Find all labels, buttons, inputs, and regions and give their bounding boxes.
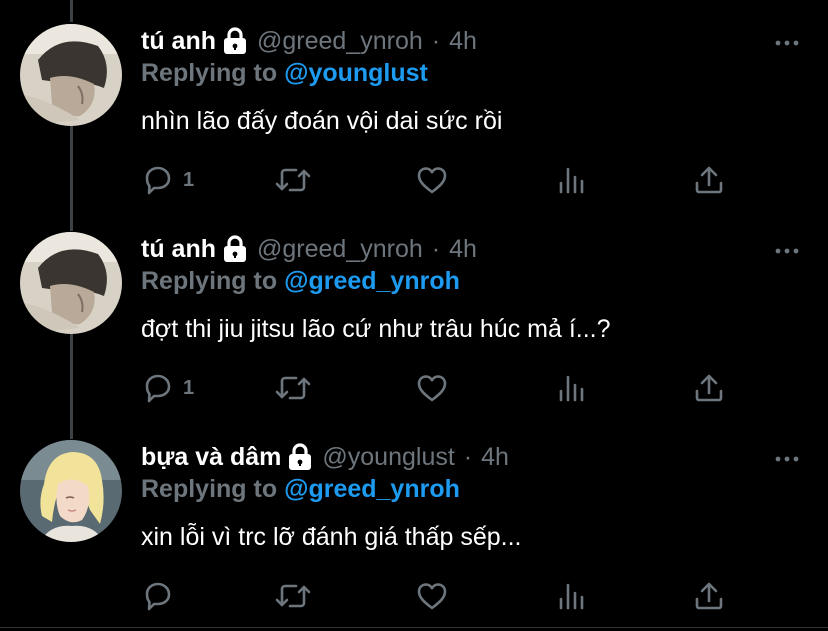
user-handle[interactable]: @younglust	[322, 440, 454, 474]
like-icon	[415, 371, 449, 405]
divider	[0, 627, 828, 628]
tweet-actions	[141, 576, 741, 616]
reply-target-link[interactable]: @greed_ynroh	[284, 475, 460, 503]
analytics-button[interactable]	[554, 576, 588, 616]
share-icon	[692, 371, 726, 405]
tweet-text: xin lỗi vì trc lỡ đánh giá thấp sếp...	[141, 523, 522, 551]
analytics-icon	[554, 163, 588, 197]
lock-icon	[222, 26, 248, 56]
retweet-button[interactable]	[274, 576, 312, 616]
replying-to: Replying to @greed_ynroh	[141, 472, 460, 506]
replying-to-label: Replying to	[141, 267, 278, 295]
user-handle[interactable]: @greed_ynroh	[257, 232, 423, 266]
tweet[interactable]: tú anh @greed_ynroh · 4h Replying to @gr…	[0, 232, 828, 414]
reply-target-link[interactable]: @greed_ynroh	[284, 267, 460, 295]
more-icon[interactable]	[774, 446, 800, 472]
retweet-button[interactable]	[274, 160, 312, 200]
reply-icon	[141, 371, 175, 405]
reply-button[interactable]: 1	[141, 368, 194, 408]
retweet-icon	[274, 579, 312, 613]
avatar[interactable]	[20, 440, 122, 542]
separator-dot: ·	[463, 443, 473, 471]
tweet-header: bựa và dâm @younglust · 4h	[141, 440, 509, 474]
share-button[interactable]	[692, 160, 726, 200]
user-handle[interactable]: @greed_ynroh	[257, 24, 423, 58]
reply-button[interactable]	[141, 576, 183, 616]
timestamp[interactable]: 4h	[449, 232, 477, 266]
reply-button[interactable]: 1	[141, 160, 194, 200]
retweet-icon	[274, 371, 312, 405]
tweet[interactable]: tú anh @greed_ynroh · 4h Replying to @yo…	[0, 24, 828, 206]
tweet-header: tú anh @greed_ynroh · 4h	[141, 24, 477, 58]
share-button[interactable]	[692, 368, 726, 408]
share-button[interactable]	[692, 576, 726, 616]
replying-to: Replying to @greed_ynroh	[141, 264, 460, 298]
share-icon	[692, 163, 726, 197]
display-name[interactable]: tú anh	[141, 24, 216, 58]
analytics-icon	[554, 579, 588, 613]
like-button[interactable]	[415, 576, 449, 616]
avatar[interactable]	[20, 24, 122, 126]
display-name[interactable]: tú anh	[141, 232, 216, 266]
analytics-icon	[554, 371, 588, 405]
lock-icon	[287, 442, 313, 472]
reply-icon	[141, 579, 175, 613]
tweet-actions: 1	[141, 368, 741, 408]
more-icon[interactable]	[774, 30, 800, 56]
like-icon	[415, 579, 449, 613]
analytics-button[interactable]	[554, 368, 588, 408]
like-button[interactable]	[415, 368, 449, 408]
timestamp[interactable]: 4h	[449, 24, 477, 58]
reply-icon	[141, 163, 175, 197]
separator-dot: ·	[431, 235, 441, 263]
replying-to-label: Replying to	[141, 475, 278, 503]
timestamp[interactable]: 4h	[481, 440, 509, 474]
more-icon[interactable]	[774, 238, 800, 264]
like-icon	[415, 163, 449, 197]
separator-dot: ·	[431, 27, 441, 55]
share-icon	[692, 579, 726, 613]
reply-count: 1	[183, 168, 195, 191]
display-name[interactable]: bựa và dâm	[141, 440, 281, 474]
lock-icon	[222, 234, 248, 264]
thread-line	[70, 0, 73, 22]
tweet-header: tú anh @greed_ynroh · 4h	[141, 232, 477, 266]
analytics-button[interactable]	[554, 160, 588, 200]
replying-to-label: Replying to	[141, 59, 278, 87]
tweet-text: nhìn lão đấy đoán vội dai sức rồi	[141, 107, 503, 135]
tweet-actions: 1	[141, 160, 741, 200]
retweet-button[interactable]	[274, 368, 312, 408]
replying-to: Replying to @younglust	[141, 56, 428, 90]
avatar[interactable]	[20, 232, 122, 334]
tweet-text: đợt thi jiu jitsu lão cứ như trâu húc mả…	[141, 315, 611, 343]
reply-count: 1	[183, 376, 195, 399]
tweet[interactable]: bựa và dâm @younglust · 4h Replying to @…	[0, 440, 828, 622]
reply-target-link[interactable]: @younglust	[284, 59, 428, 87]
retweet-icon	[274, 163, 312, 197]
like-button[interactable]	[415, 160, 449, 200]
